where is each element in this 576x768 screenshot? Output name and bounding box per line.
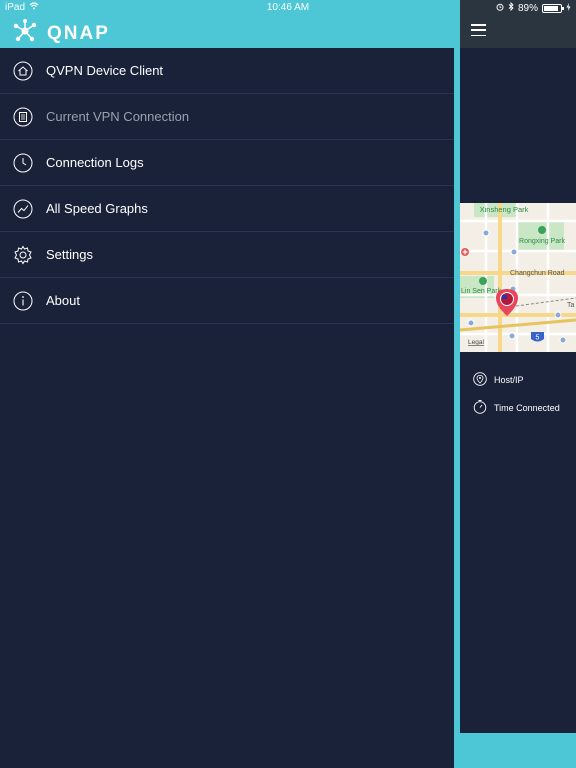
menu-item-settings[interactable]: Settings <box>0 232 454 278</box>
menu-item-current-vpn-connection[interactable]: Current VPN Connection <box>0 94 454 140</box>
alarm-icon <box>496 3 504 14</box>
menu-item-label: All Speed Graphs <box>46 201 148 216</box>
menu-item-connection-logs[interactable]: Connection Logs <box>0 140 454 186</box>
location-pin-icon <box>473 372 487 388</box>
location-map[interactable]: 5 Xinsheng Park Rongxing Park Changchun … <box>460 203 576 352</box>
menu-item-qvpn-device-client[interactable]: QVPN Device Client <box>0 48 454 94</box>
qnap-logo: QNAP <box>12 18 110 49</box>
main-content-panel: 5 Xinsheng Park Rongxing Park Changchun … <box>460 0 576 768</box>
stopwatch-icon <box>473 399 487 416</box>
status-bar: iPad 10:46 AM 89% <box>0 0 576 16</box>
map-label: Ta <box>567 302 575 309</box>
home-icon <box>13 61 33 81</box>
hamburger-menu-icon[interactable] <box>471 24 486 36</box>
network-nodes-icon <box>12 18 38 49</box>
map-label: 5 <box>536 335 540 342</box>
status-time: 10:46 AM <box>266 2 310 13</box>
map-label: Rongxing Park <box>519 238 565 245</box>
map-label: Legal <box>468 339 484 346</box>
gear-icon <box>13 245 33 265</box>
map-label: Changchun Road <box>510 270 565 277</box>
drawer-menu: QVPN Device Client Current VPN Connectio… <box>0 48 454 324</box>
logo-text: QNAP <box>47 22 110 44</box>
map-label: Xinsheng Park <box>480 205 529 214</box>
info-icon <box>13 291 33 311</box>
time-connected-label: Time Connected <box>494 402 560 413</box>
bluetooth-icon <box>508 1 514 14</box>
menu-item-label: Settings <box>46 247 93 262</box>
content-footer-bar <box>460 733 576 768</box>
menu-item-label: Current VPN Connection <box>46 109 190 124</box>
menu-item-all-speed-graphs[interactable]: All Speed Graphs <box>0 186 454 232</box>
charging-icon <box>566 2 571 14</box>
menu-item-label: Connection Logs <box>46 155 144 170</box>
trend-line-icon <box>13 199 33 219</box>
menu-item-about[interactable]: About <box>0 278 454 324</box>
host-ip-label: Host/IP <box>494 375 524 385</box>
menu-item-label: About <box>46 293 80 308</box>
battery-percent: 89% <box>517 2 538 14</box>
menu-item-label: QVPN Device Client <box>46 63 164 78</box>
document-list-icon <box>13 107 33 127</box>
map-label: Lin Sen Park <box>461 288 502 295</box>
time-connected-row: Time Connected <box>473 399 573 416</box>
clock-icon <box>13 153 33 173</box>
battery-icon <box>542 3 564 13</box>
host-ip-row: Host/IP <box>473 372 573 388</box>
navigation-drawer: QNAP QVPN Device Client Current VPN Conn… <box>0 0 454 768</box>
